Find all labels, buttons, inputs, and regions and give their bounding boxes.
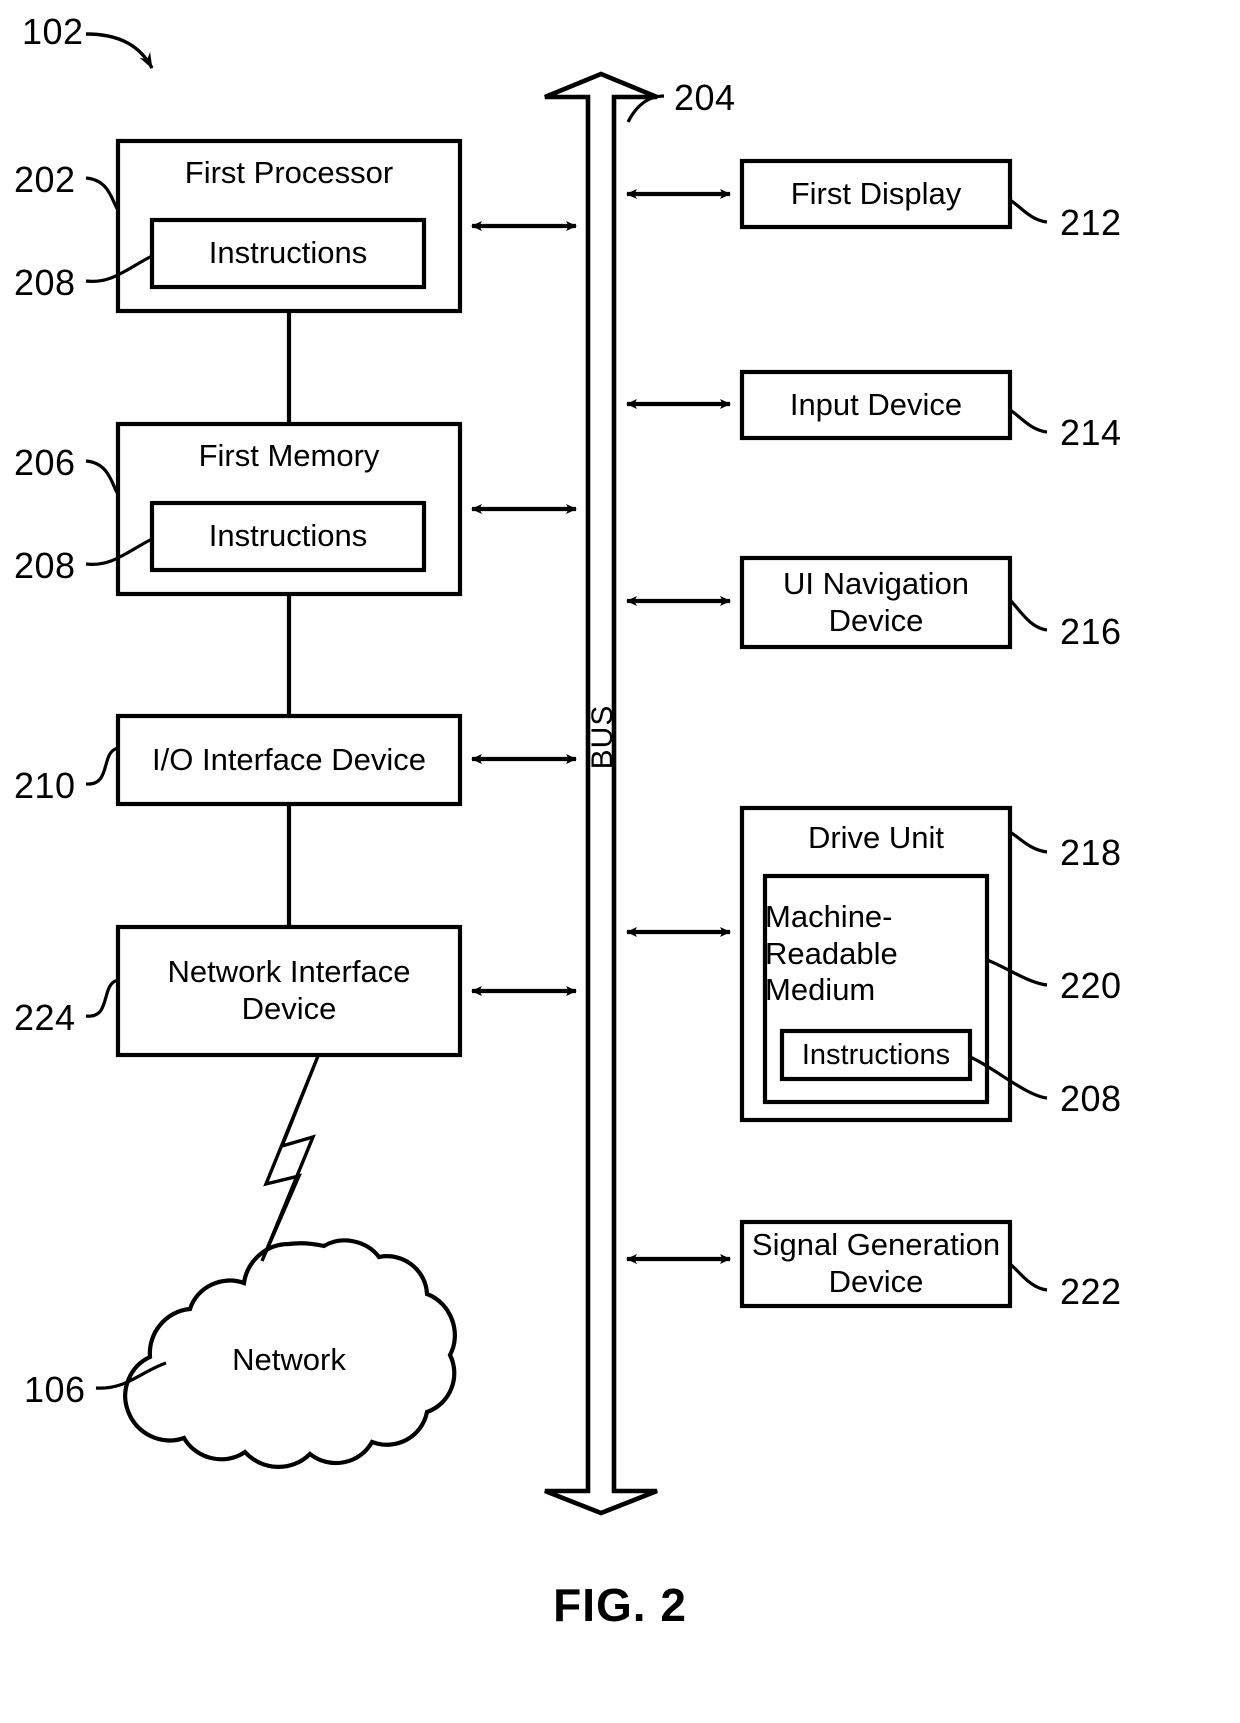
ui-navigation-device-block[interactable] bbox=[742, 558, 1010, 647]
leader-216 bbox=[1008, 598, 1048, 632]
ref-206: 206 bbox=[14, 442, 76, 483]
ref-102: 102 bbox=[22, 11, 84, 52]
leader-212 bbox=[1009, 198, 1048, 224]
ref-208-drive: 208 bbox=[1060, 1078, 1122, 1119]
ref-208-processor: 208 bbox=[14, 262, 76, 303]
patent-figure: 102 202 First Processor Instructions 208… bbox=[0, 0, 1240, 1723]
ref-220: 220 bbox=[1060, 965, 1122, 1006]
leader-222 bbox=[1008, 1262, 1048, 1292]
lightning-bolt-connector bbox=[260, 1055, 320, 1262]
leader-218 bbox=[1009, 830, 1048, 854]
drive-instructions-block[interactable] bbox=[782, 1031, 970, 1079]
leader-224 bbox=[85, 978, 119, 1018]
network-interface-device-block[interactable] bbox=[118, 927, 460, 1055]
bus-block[interactable] bbox=[545, 74, 657, 1513]
ref-210: 210 bbox=[14, 765, 76, 806]
ref-218: 218 bbox=[1060, 832, 1122, 873]
ref-106: 106 bbox=[24, 1369, 86, 1410]
system-lead-102 bbox=[85, 32, 154, 69]
ref-208-memory: 208 bbox=[14, 545, 76, 586]
leader-206 bbox=[85, 459, 120, 495]
ref-212: 212 bbox=[1060, 202, 1122, 243]
figure-caption: FIG. 2 bbox=[553, 1579, 687, 1631]
ref-204: 204 bbox=[674, 77, 736, 118]
first-memory-instructions-block[interactable] bbox=[152, 503, 424, 570]
leader-214 bbox=[1009, 408, 1048, 434]
ref-222: 222 bbox=[1060, 1271, 1122, 1312]
ref-224: 224 bbox=[14, 997, 76, 1038]
input-device-block[interactable] bbox=[742, 372, 1010, 438]
ref-202: 202 bbox=[14, 159, 76, 200]
network-cloud-block[interactable] bbox=[128, 1235, 450, 1470]
leader-210 bbox=[85, 746, 119, 786]
io-interface-device-block[interactable] bbox=[118, 716, 460, 804]
first-display-block[interactable] bbox=[742, 161, 1010, 227]
ref-214: 214 bbox=[1060, 412, 1122, 453]
signal-generation-device-block[interactable] bbox=[742, 1222, 1010, 1306]
first-processor-instructions-block[interactable] bbox=[152, 220, 424, 287]
ref-216: 216 bbox=[1060, 611, 1122, 652]
leader-202 bbox=[85, 176, 120, 211]
